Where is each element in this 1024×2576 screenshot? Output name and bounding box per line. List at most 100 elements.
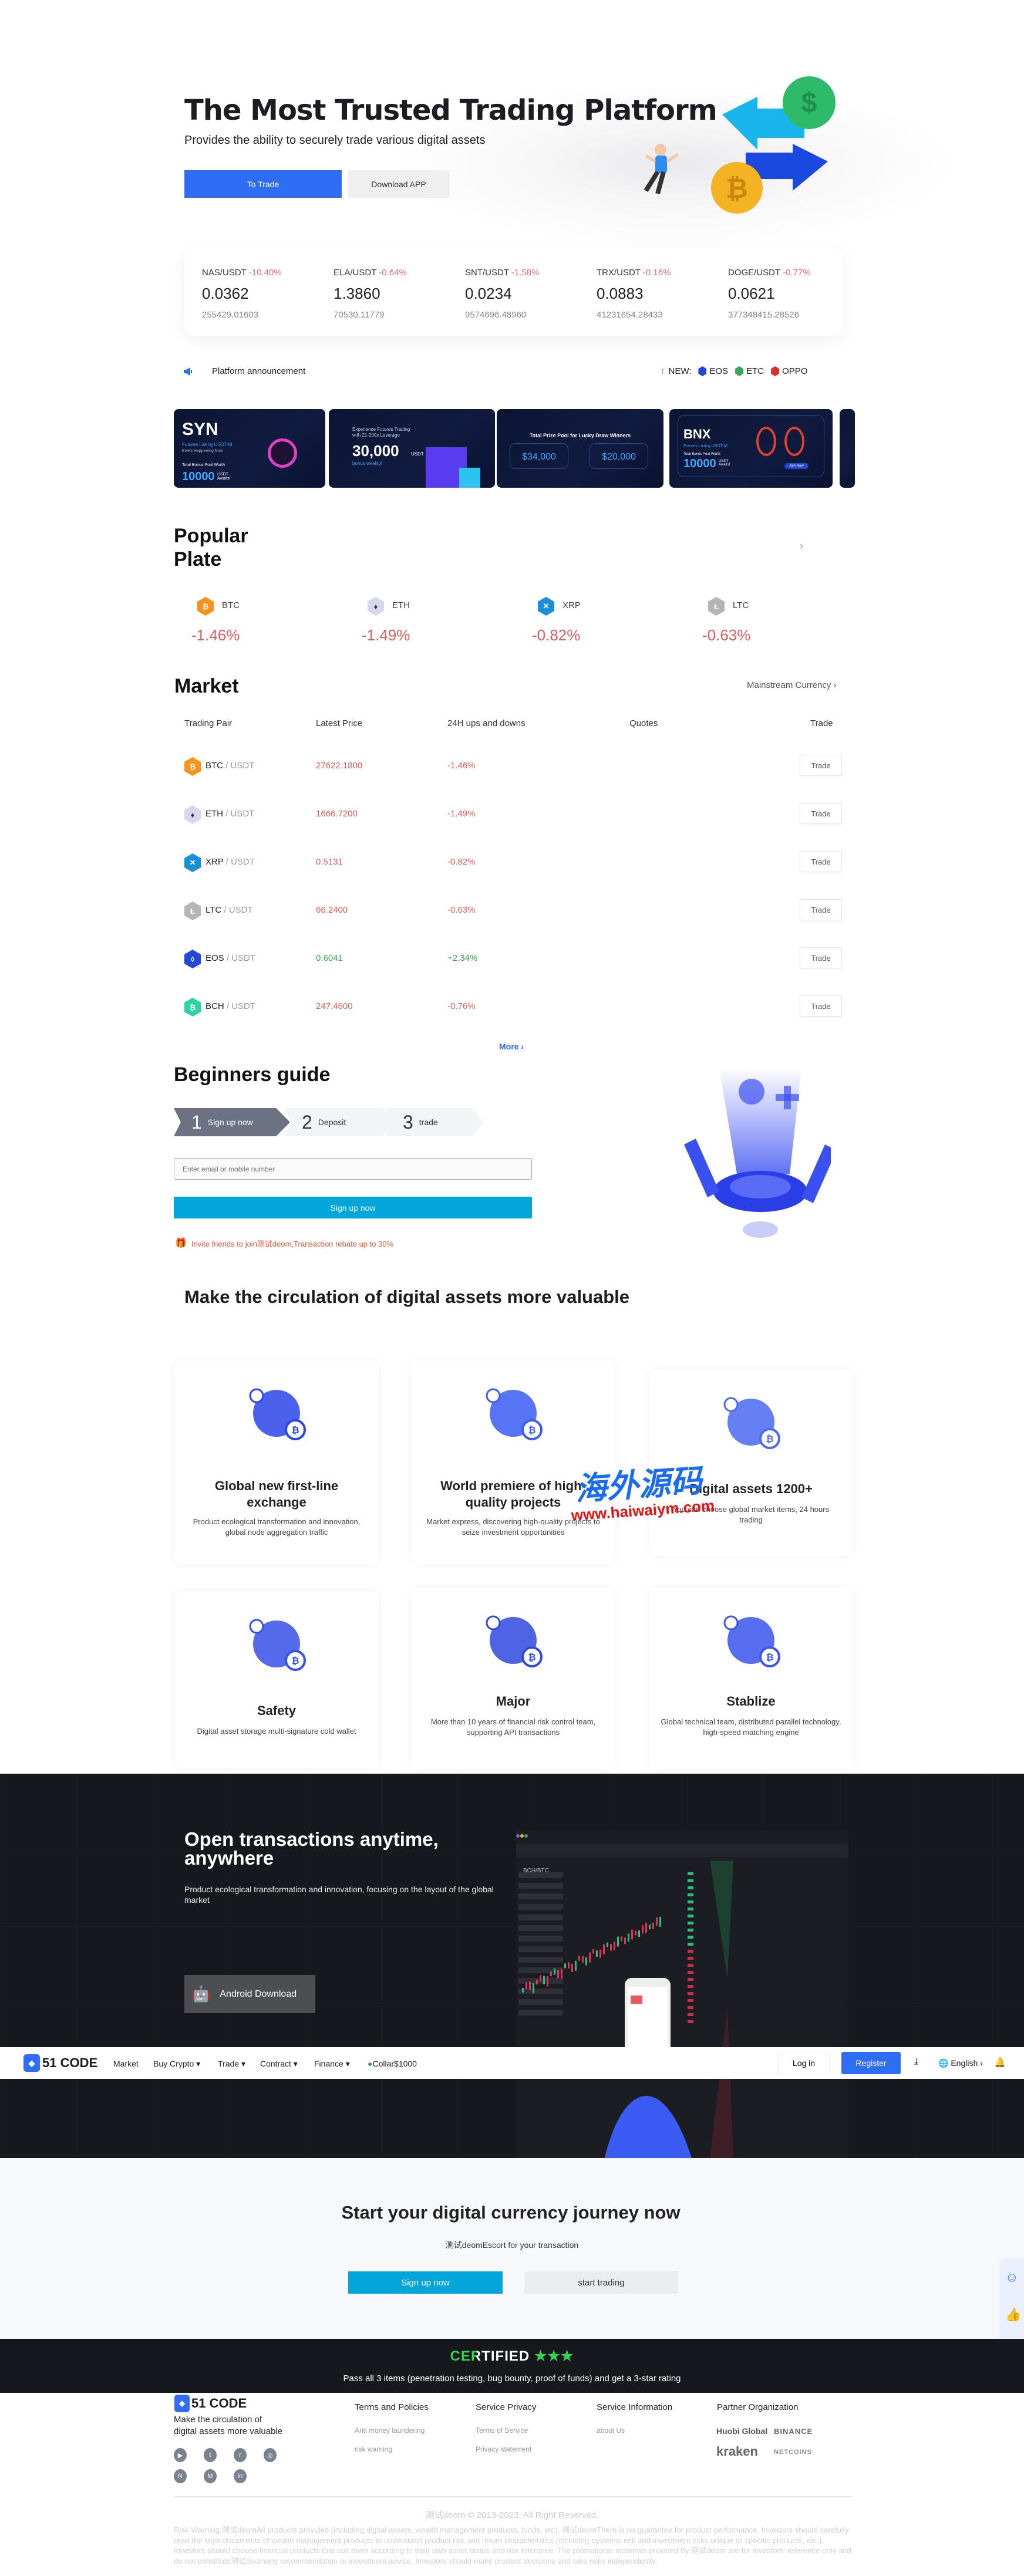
social-n-icon[interactable]: N <box>174 2469 187 2483</box>
banner-syn[interactable]: SYN Futures Listing USDT-M Event Happeni… <box>174 409 325 488</box>
invite-banner[interactable]: 🎁 Invite friends to join测试deom,Transactio… <box>175 1237 393 1249</box>
chevron-right-icon[interactable]: › <box>800 540 803 552</box>
banner-partial[interactable] <box>840 409 855 488</box>
ticker-item[interactable]: TRX/USDT -0.16% 0.0883 41231654.28433 <box>597 268 726 320</box>
nav-buy-crypto[interactable]: Buy Crypto ▾ <box>153 2059 200 2069</box>
trade-button[interactable]: Trade <box>800 899 842 920</box>
pair-quote: / USDT <box>226 953 256 963</box>
feature-desc: More than 10 years of financial risk con… <box>430 1717 596 1737</box>
new-coin-oppo[interactable]: OPPO <box>771 366 807 376</box>
arrow-up-icon: ↑ <box>661 366 665 376</box>
join-now-button[interactable]: Join Now <box>784 463 809 469</box>
nav-trade[interactable]: Trade ▾ <box>218 2059 245 2069</box>
android-download-button[interactable]: 🤖 Android Download <box>184 1975 315 2013</box>
popular-item-eth[interactable]: ♦ ETH -1.49% <box>362 596 532 644</box>
market-row[interactable]: Ł LTC / USDT 66.2400 -0.63% Trade <box>174 893 855 929</box>
footer-link[interactable]: about Us <box>597 2426 625 2435</box>
market-row[interactable]: ₿ BCH / USDT 247.4600 -0.76% Trade <box>174 990 855 1025</box>
banner-graphic <box>756 427 776 456</box>
header-change: 24H ups and downs <box>447 718 526 728</box>
banner-bnx[interactable]: BNX Futures Listing USDT-M Total Bonus P… <box>669 409 833 488</box>
cta-sign-up-button[interactable]: Sign up now <box>348 2271 503 2294</box>
social-in-icon[interactable]: in <box>234 2469 247 2483</box>
partner-kraken: kraken <box>716 2444 758 2459</box>
popular-item-btc[interactable]: ₿ BTC -1.46% <box>191 596 362 644</box>
banner-unit: USDT Awaits! <box>719 460 730 467</box>
step-label: trade <box>419 1117 438 1127</box>
market-row[interactable]: ₿ BTC / USDT 27622.1800 -1.46% Trade <box>174 749 855 784</box>
footer-logo[interactable]: ◆ 51 CODE <box>174 2395 247 2412</box>
quote-sparkline <box>592 801 693 829</box>
partner-netcoins: NETCOINS <box>774 2449 812 2456</box>
footer-link[interactable]: Terms of Service <box>476 2426 528 2435</box>
bell-icon[interactable]: 🔔 <box>994 2057 1006 2068</box>
nav-market[interactable]: Market <box>113 2059 139 2068</box>
coin-change: -1.46% <box>191 626 240 644</box>
social-youtube-icon[interactable]: ▶ <box>174 2448 187 2462</box>
pair-quote: / USDT <box>224 905 253 915</box>
banner-title: SYN <box>182 420 218 439</box>
chat-icon[interactable]: ☺ <box>1005 2270 1018 2285</box>
pair-volume: 70530.11779 <box>334 310 385 320</box>
thumbs-up-icon[interactable]: 👍 <box>1005 2307 1021 2322</box>
globe-icon: 🌐 <box>938 2058 949 2068</box>
social-reddit-icon[interactable]: r <box>234 2448 247 2462</box>
coin-icon <box>698 366 707 376</box>
nav-promo[interactable]: ●Collar$1000 <box>368 2059 417 2068</box>
to-trade-button[interactable]: To Trade <box>184 170 342 198</box>
email-input[interactable] <box>174 1158 532 1180</box>
banner-line: Total Bonus Pool Worth <box>182 463 225 467</box>
feature-desc: Digital asset storage multi-signature co… <box>197 1727 356 1736</box>
social-twitter-icon[interactable]: t <box>204 2448 217 2462</box>
step-deposit[interactable]: 2 Deposit <box>284 1108 396 1136</box>
banner-line: with 21-200x Leverage <box>352 433 400 438</box>
footer-link[interactable]: risk warning <box>355 2445 392 2453</box>
step-sign-up[interactable]: 1 Sign up now <box>174 1108 290 1136</box>
feature-title: World premiere of high-quality projects <box>440 1478 586 1510</box>
nav-finance[interactable]: Finance ▾ <box>314 2059 350 2069</box>
banner-lucky-draw[interactable]: Total Prize Pool for Lucky Draw Winners … <box>497 409 663 488</box>
download-app-button[interactable]: Download APP <box>348 170 450 198</box>
footer-link[interactable]: Anti money laundering <box>355 2426 425 2435</box>
language-selector[interactable]: 🌐 English ‹ <box>938 2058 983 2068</box>
more-link[interactable]: More › <box>499 1042 524 1051</box>
change-24h: -1.46% <box>447 761 476 771</box>
popular-item-xrp[interactable]: ✕ XRP -0.82% <box>532 596 702 644</box>
trade-button[interactable]: Trade <box>800 803 842 824</box>
feature-card: ₿ Digital assets 1200+ You can choose glob… <box>649 1369 853 1556</box>
popular-item-ltc[interactable]: Ł LTC -0.63% <box>702 596 873 644</box>
trade-button[interactable]: Trade <box>800 995 842 1017</box>
coin-change: -0.82% <box>532 626 581 644</box>
ticker-item[interactable]: NAS/USDT -10.40% 0.0362 255429.01603 <box>202 268 331 320</box>
new-coin-eos[interactable]: EOS <box>698 366 728 376</box>
market-row[interactable]: ◊ EOS / USDT 0.6041 +2.34% Trade <box>174 941 855 977</box>
trade-button[interactable]: Trade <box>800 947 842 968</box>
market-row[interactable]: ✕ XRP / USDT 0.5131 -0.82% Trade <box>174 845 855 880</box>
social-m-icon[interactable]: M <box>204 2469 217 2483</box>
sparkline <box>245 616 284 644</box>
platform-announcement-link[interactable]: Platform announcement <box>212 366 305 376</box>
start-trading-button[interactable]: start trading <box>524 2271 678 2294</box>
logo[interactable]: ◆ 51 CODE <box>23 2054 97 2072</box>
ticker-item[interactable]: SNT/USDT -1.58% 0.0234 9574696.48960 <box>465 268 594 320</box>
trade-button[interactable]: Trade <box>800 755 842 776</box>
market-row[interactable]: ♦ ETH / USDT 1666.7200 -1.49% Trade <box>174 797 855 832</box>
register-button[interactable]: Register <box>841 2052 901 2074</box>
coin-icon <box>735 366 744 376</box>
pair-price: 0.0621 <box>728 285 775 302</box>
new-coin-etc[interactable]: ETC <box>735 366 764 376</box>
social-instagram-icon[interactable]: ◎ <box>264 2448 277 2462</box>
banner-futures[interactable]: Experience Futures Trading with 21-200x … <box>329 409 495 488</box>
ticker-item[interactable]: ELA/USDT -0.64% 1.3860 70530.11779 <box>334 268 463 320</box>
download-icon[interactable]: ⤓ <box>914 2057 918 2067</box>
mainstream-currency-link[interactable]: Mainstream Currency › <box>747 680 837 690</box>
footer-link[interactable]: Privacy statement <box>476 2445 531 2453</box>
sign-up-button[interactable]: Sign up now <box>174 1197 532 1218</box>
nav-contract[interactable]: Contract ▾ <box>260 2059 298 2069</box>
login-button[interactable]: Log in <box>778 2052 830 2074</box>
app-title: Open transactions anytime, anywhere <box>184 1829 439 1868</box>
cta-title: Start your digital currency journey now <box>341 2202 681 2223</box>
trade-button[interactable]: Trade <box>800 851 842 872</box>
step-trade[interactable]: 3 trade <box>385 1108 484 1136</box>
ticker-item[interactable]: DOGE/USDT -0.77% 0.0621 377348415.28526 <box>728 268 857 320</box>
